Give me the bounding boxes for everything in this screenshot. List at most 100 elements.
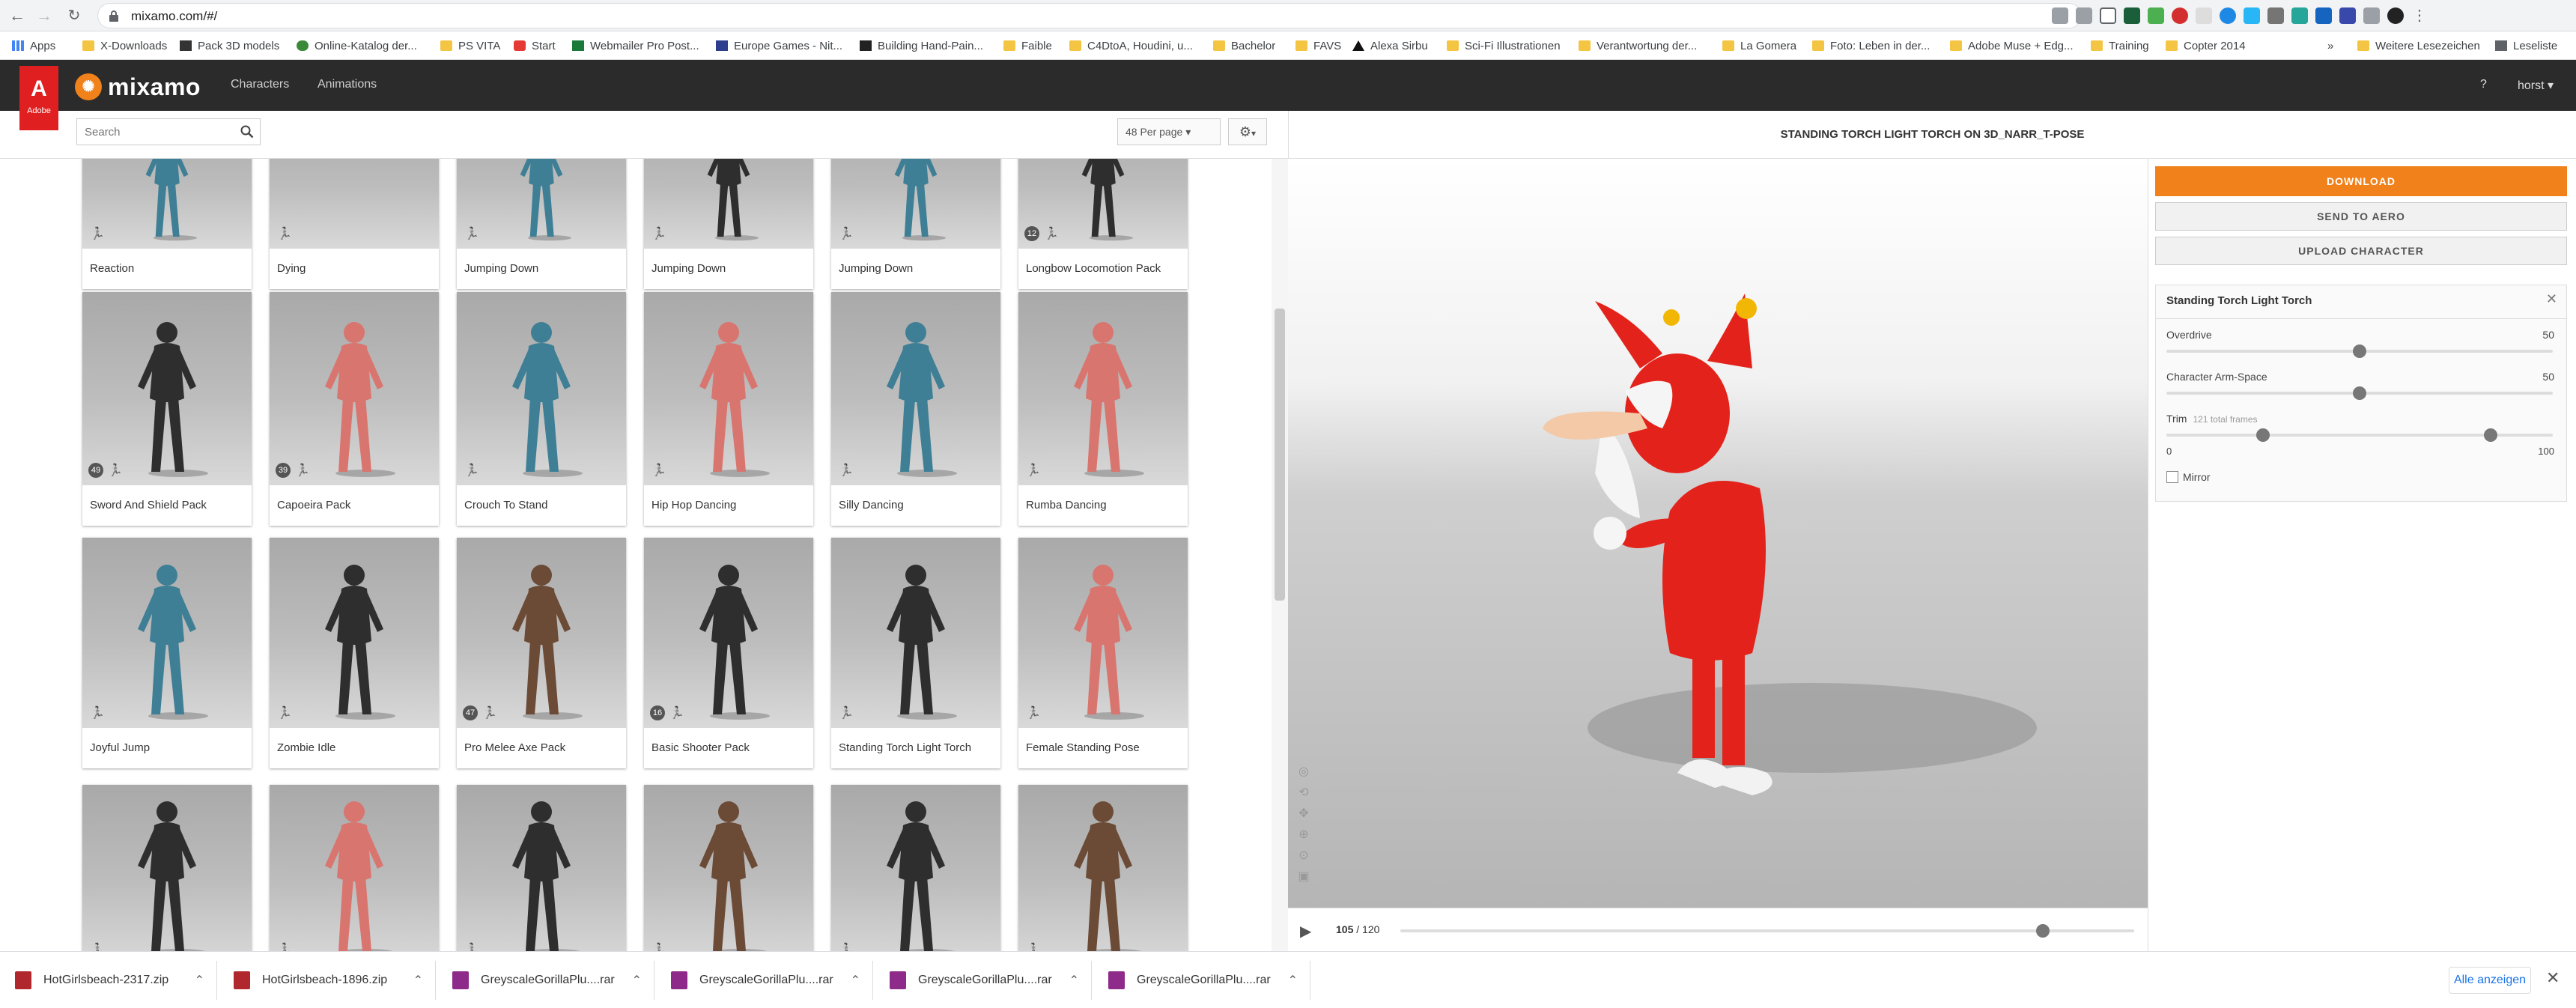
extension-icon[interactable] <box>2267 7 2284 24</box>
extension-icon[interactable] <box>2315 7 2332 24</box>
3d-viewport[interactable] <box>1288 159 2148 908</box>
bookmark-item[interactable]: Adobe Muse + Edg... <box>1950 31 2074 60</box>
overdrive-slider[interactable] <box>2166 344 2553 358</box>
bookmark-item[interactable]: La Gomera <box>1722 31 1796 60</box>
timeline-track[interactable] <box>1400 924 2134 938</box>
animation-card[interactable]: 49 🏃 Sword And Shield Pack <box>82 292 252 526</box>
extension-icon[interactable] <box>2148 7 2164 24</box>
animation-card[interactable]: 🏃 Female Standing Pose <box>1018 538 1188 768</box>
star-icon[interactable] <box>2100 7 2116 24</box>
close-icon[interactable]: ✕ <box>2546 968 2560 988</box>
extension-icon[interactable] <box>2124 7 2140 24</box>
address-bar[interactable]: mixamo.com/#/ <box>97 3 2082 28</box>
extension-icon[interactable] <box>2172 7 2188 24</box>
puzzle-icon[interactable] <box>2363 7 2380 24</box>
animation-card[interactable]: 🏃 Silly Dancing <box>831 292 1000 526</box>
close-icon[interactable]: ✕ <box>2546 291 2557 307</box>
download-item[interactable]: GreyscaleGorillaPlu....rar ⌃ <box>656 961 873 1000</box>
animation-card[interactable]: 🏃 <box>82 785 252 951</box>
reset-view-icon[interactable]: ⊙ <box>1292 848 1315 869</box>
search-icon[interactable] <box>240 125 254 139</box>
bookmark-item[interactable]: Training <box>2091 31 2149 60</box>
bookmark-item[interactable]: Webmailer Pro Post... <box>572 31 699 60</box>
scrollbar-thumb[interactable] <box>1275 309 1285 601</box>
bookmark-item[interactable]: PS VITA <box>440 31 500 60</box>
trim-start-knob[interactable] <box>2256 428 2270 442</box>
bookmark-item[interactable]: Online-Katalog der... <box>297 31 417 60</box>
zoom-icon[interactable]: ⊕ <box>1292 827 1315 848</box>
animation-card[interactable]: 39 🏃 Capoeira Pack <box>270 292 439 526</box>
chevron-up-icon[interactable]: ⌃ <box>1288 973 1298 988</box>
animation-card[interactable]: 🏃 Jumping Down <box>644 159 813 289</box>
grid-scrollbar[interactable] <box>1272 159 1288 951</box>
rotate-icon[interactable]: ⟲ <box>1292 785 1315 806</box>
bookmark-item[interactable]: FAVS <box>1295 31 1341 60</box>
extension-icon[interactable] <box>2291 7 2308 24</box>
animation-card[interactable]: 🏃 Zombie Idle <box>270 538 439 768</box>
download-item[interactable]: GreyscaleGorillaPlu....rar ⌃ <box>1093 961 1310 1000</box>
bookmark-item[interactable]: Verantwortung der... <box>1579 31 1697 60</box>
animation-card[interactable]: 🏃 Standing Torch Light Torch <box>831 538 1000 768</box>
bookmark-item[interactable]: Weitere Lesezeichen <box>2357 31 2480 60</box>
bookmark-item[interactable]: Alexa Sirbu <box>1352 31 1428 60</box>
animation-card[interactable]: 🏃 Rumba Dancing <box>1018 292 1188 526</box>
reload-icon[interactable]: ↻ <box>64 6 84 25</box>
chevron-up-icon[interactable]: ⌃ <box>632 973 642 988</box>
animation-card[interactable]: 🏃 Crouch To Stand <box>457 292 626 526</box>
back-icon[interactable]: ← <box>7 6 27 25</box>
translate-icon[interactable] <box>2052 7 2068 24</box>
chevron-up-icon[interactable]: ⌃ <box>195 973 204 988</box>
animation-card[interactable]: 47 🏃 Pro Melee Axe Pack <box>457 538 626 768</box>
animation-card[interactable]: 🏃 Reaction <box>82 159 252 289</box>
extension-icon[interactable] <box>2244 7 2260 24</box>
bookmark-item[interactable]: Pack 3D models <box>180 31 279 60</box>
animation-card[interactable]: 🏃 <box>457 785 626 951</box>
download-button[interactable]: DOWNLOAD <box>2155 166 2567 196</box>
trim-slider[interactable] <box>2166 428 2553 442</box>
animation-card[interactable]: 🏃 Hip Hop Dancing <box>644 292 813 526</box>
forward-icon[interactable]: → <box>34 6 54 25</box>
upload-character-button[interactable]: UPLOAD CHARACTER <box>2155 237 2567 265</box>
search-input[interactable] <box>77 119 227 145</box>
animation-card[interactable]: 12 🏃 Longbow Locomotion Pack <box>1018 159 1188 289</box>
reading-list[interactable]: Leseliste <box>2495 31 2557 60</box>
bookmark-item[interactable]: Europe Games - Nit... <box>716 31 842 60</box>
animation-card[interactable]: 🏃 <box>644 785 813 951</box>
animation-card[interactable]: 🏃 <box>1018 785 1188 951</box>
bookmark-item[interactable]: Bachelor <box>1213 31 1275 60</box>
nav-animations[interactable]: Animations <box>318 78 377 91</box>
armspace-slider[interactable] <box>2166 386 2553 400</box>
animation-card[interactable]: 🏃 Jumping Down <box>831 159 1000 289</box>
extension-icon[interactable] <box>2220 7 2236 24</box>
chevron-up-icon[interactable]: ⌃ <box>1069 973 1079 988</box>
animation-card[interactable]: 🏃 <box>270 785 439 951</box>
download-item[interactable]: GreyscaleGorillaPlu....rar ⌃ <box>437 961 654 1000</box>
chevron-up-icon[interactable]: ⌃ <box>413 973 423 988</box>
slider-knob[interactable] <box>2353 344 2366 358</box>
animation-card[interactable]: 🏃 Jumping Down <box>457 159 626 289</box>
send-to-aero-button[interactable]: SEND TO AERO <box>2155 202 2567 231</box>
help-icon[interactable]: ? <box>2480 78 2487 91</box>
adobe-logo[interactable]: A Adobe <box>19 66 58 130</box>
bookmark-item[interactable]: X-Downloads <box>82 31 167 60</box>
profile-avatar[interactable] <box>2387 7 2404 24</box>
bookmark-item[interactable]: Building Hand-Pain... <box>860 31 983 60</box>
settings-dropdown[interactable]: ⚙▾ <box>1228 118 1267 145</box>
slider-knob[interactable] <box>2353 386 2366 400</box>
bookmark-item[interactable]: Faible <box>1003 31 1052 60</box>
record-icon[interactable]: ▣ <box>1292 869 1315 890</box>
animation-card[interactable]: 🏃 Dying <box>270 159 439 289</box>
extension-icon[interactable] <box>2339 7 2356 24</box>
move-icon[interactable]: ✥ <box>1292 806 1315 827</box>
download-item[interactable]: HotGirlsbeach-2317.zip ⌃ <box>0 961 217 1000</box>
menu-icon[interactable]: ⋮ <box>2411 7 2428 24</box>
download-item[interactable]: GreyscaleGorillaPlu....rar ⌃ <box>875 961 1092 1000</box>
share-icon[interactable] <box>2076 7 2092 24</box>
bookmark-item[interactable]: Start <box>514 31 556 60</box>
nav-characters[interactable]: Characters <box>231 78 289 91</box>
bookmark-item[interactable]: Copter 2014 <box>2166 31 2246 60</box>
mirror-checkbox[interactable] <box>2166 471 2178 483</box>
user-menu[interactable]: horst ▾ <box>2518 78 2554 93</box>
animation-card[interactable]: 🏃 Joyful Jump <box>82 538 252 768</box>
animation-card[interactable]: 🏃 <box>831 785 1000 951</box>
